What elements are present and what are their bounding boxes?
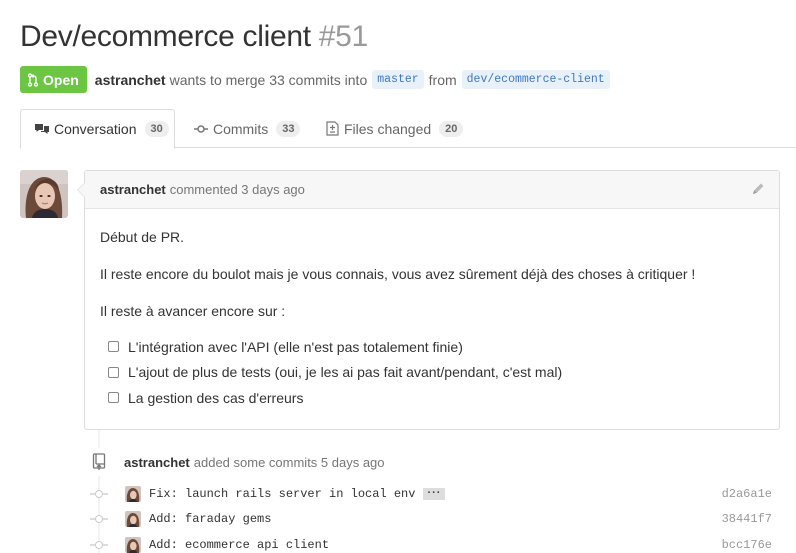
comment-author-link[interactable]: astranchet xyxy=(100,182,166,197)
pr-author-link[interactable]: astranchet xyxy=(95,72,166,88)
head-branch: dev/ecommerce-client xyxy=(461,70,610,89)
pr-number: #51 xyxy=(318,20,368,53)
comment-body: Début de PR. Il reste encore du boulot m… xyxy=(85,209,779,411)
task-checkbox[interactable] xyxy=(108,366,119,378)
push-author-link[interactable]: astranchet xyxy=(124,455,190,470)
git-commit-icon xyxy=(194,124,208,133)
push-event: astranchet added some commits 5 days ago xyxy=(124,455,385,470)
tab-conversation-count: 30 xyxy=(144,121,169,137)
task-label: La gestion des cas d'erreurs xyxy=(128,389,304,406)
commit-row: Add: faraday gems 38441f7 xyxy=(90,508,780,530)
commit-sha-link[interactable]: bcc176e xyxy=(722,538,772,552)
tab-conversation[interactable]: Conversation 30 xyxy=(20,109,175,149)
commit-author-avatar[interactable] xyxy=(125,511,141,527)
comment-discussion-icon xyxy=(35,123,49,134)
commit-sha-link[interactable]: 38441f7 xyxy=(722,512,772,526)
git-pull-request-icon xyxy=(27,72,39,87)
tab-files-changed-label: Files changed xyxy=(344,120,432,137)
task-checkbox[interactable] xyxy=(108,341,119,353)
pr-meta: Open astranchet wants to merge 33 commit… xyxy=(20,66,615,93)
commit-sha-link[interactable]: d2a6a1e xyxy=(722,487,772,501)
commit-message-link[interactable]: Add: ecommerce api client xyxy=(149,538,329,552)
task-list-item: La gestion des cas d'erreurs xyxy=(100,385,764,411)
pr-tabs: Conversation 30 Commits 33 Files changed… xyxy=(20,109,796,149)
tab-commits-label: Commits xyxy=(213,120,269,137)
tab-conversation-label: Conversation xyxy=(54,121,137,137)
commit-author-avatar[interactable] xyxy=(125,486,141,502)
comment-paragraph: Il reste à avancer encore sur : xyxy=(100,303,286,319)
pencil-icon xyxy=(753,183,764,194)
merge-text: wants to merge 33 commits into xyxy=(169,71,368,88)
from-text: from xyxy=(428,71,457,88)
task-label: L'ajout de plus de tests (oui, je les ai… xyxy=(128,364,563,381)
expand-commit-button[interactable]: ··· xyxy=(423,488,446,500)
commit-author-avatar[interactable] xyxy=(125,537,141,553)
commit-message-link[interactable]: Fix: launch rails server in local env xyxy=(149,487,415,501)
avatar[interactable] xyxy=(20,170,68,218)
task-list-item: L'intégration avec l'API (elle n'est pas… xyxy=(100,334,764,360)
comment-paragraph: Il reste encore du boulot mais je vous c… xyxy=(100,266,696,282)
status-label: Open xyxy=(43,71,79,88)
git-commit-icon xyxy=(90,514,108,524)
comment-meta[interactable]: commented 3 days ago xyxy=(170,182,305,197)
tab-files-changed-count: 20 xyxy=(439,120,464,137)
git-commit-icon xyxy=(90,540,108,550)
status-badge: Open xyxy=(20,66,87,93)
repo-push-badge xyxy=(87,448,111,476)
avatar-image xyxy=(125,537,141,553)
pr-title: Dev/ecommerce client #51 xyxy=(20,20,368,54)
repo-push-icon xyxy=(92,453,106,470)
edit-comment-button[interactable] xyxy=(751,182,765,201)
push-text: added some commits 5 days ago xyxy=(193,455,385,470)
git-commit-icon xyxy=(90,489,108,499)
tab-files-changed[interactable]: Files changed 20 xyxy=(326,109,464,148)
tab-commits[interactable]: Commits 33 xyxy=(194,109,301,148)
avatar-image xyxy=(125,486,141,502)
tab-commits-count: 33 xyxy=(276,120,301,137)
pr-title-text: Dev/ecommerce client xyxy=(20,20,311,53)
base-branch: master xyxy=(372,70,424,89)
commit-row: Fix: launch rails server in local env ··… xyxy=(90,483,780,505)
comment-paragraph: Début de PR. xyxy=(100,229,185,245)
commit-row: Add: ecommerce api client bcc176e xyxy=(90,534,780,553)
comment-header: astranchet commented 3 days ago xyxy=(85,171,779,209)
author-avatar-image xyxy=(20,170,68,218)
avatar-image xyxy=(125,511,141,527)
commit-message-link[interactable]: Add: faraday gems xyxy=(149,512,271,526)
task-label: L'intégration avec l'API (elle n'est pas… xyxy=(128,338,463,355)
task-checkbox[interactable] xyxy=(108,392,119,404)
task-list-item: L'ajout de plus de tests (oui, je les ai… xyxy=(100,360,764,386)
pr-description-comment: astranchet commented 3 days ago Début de… xyxy=(77,170,780,430)
diff-icon xyxy=(326,121,339,136)
